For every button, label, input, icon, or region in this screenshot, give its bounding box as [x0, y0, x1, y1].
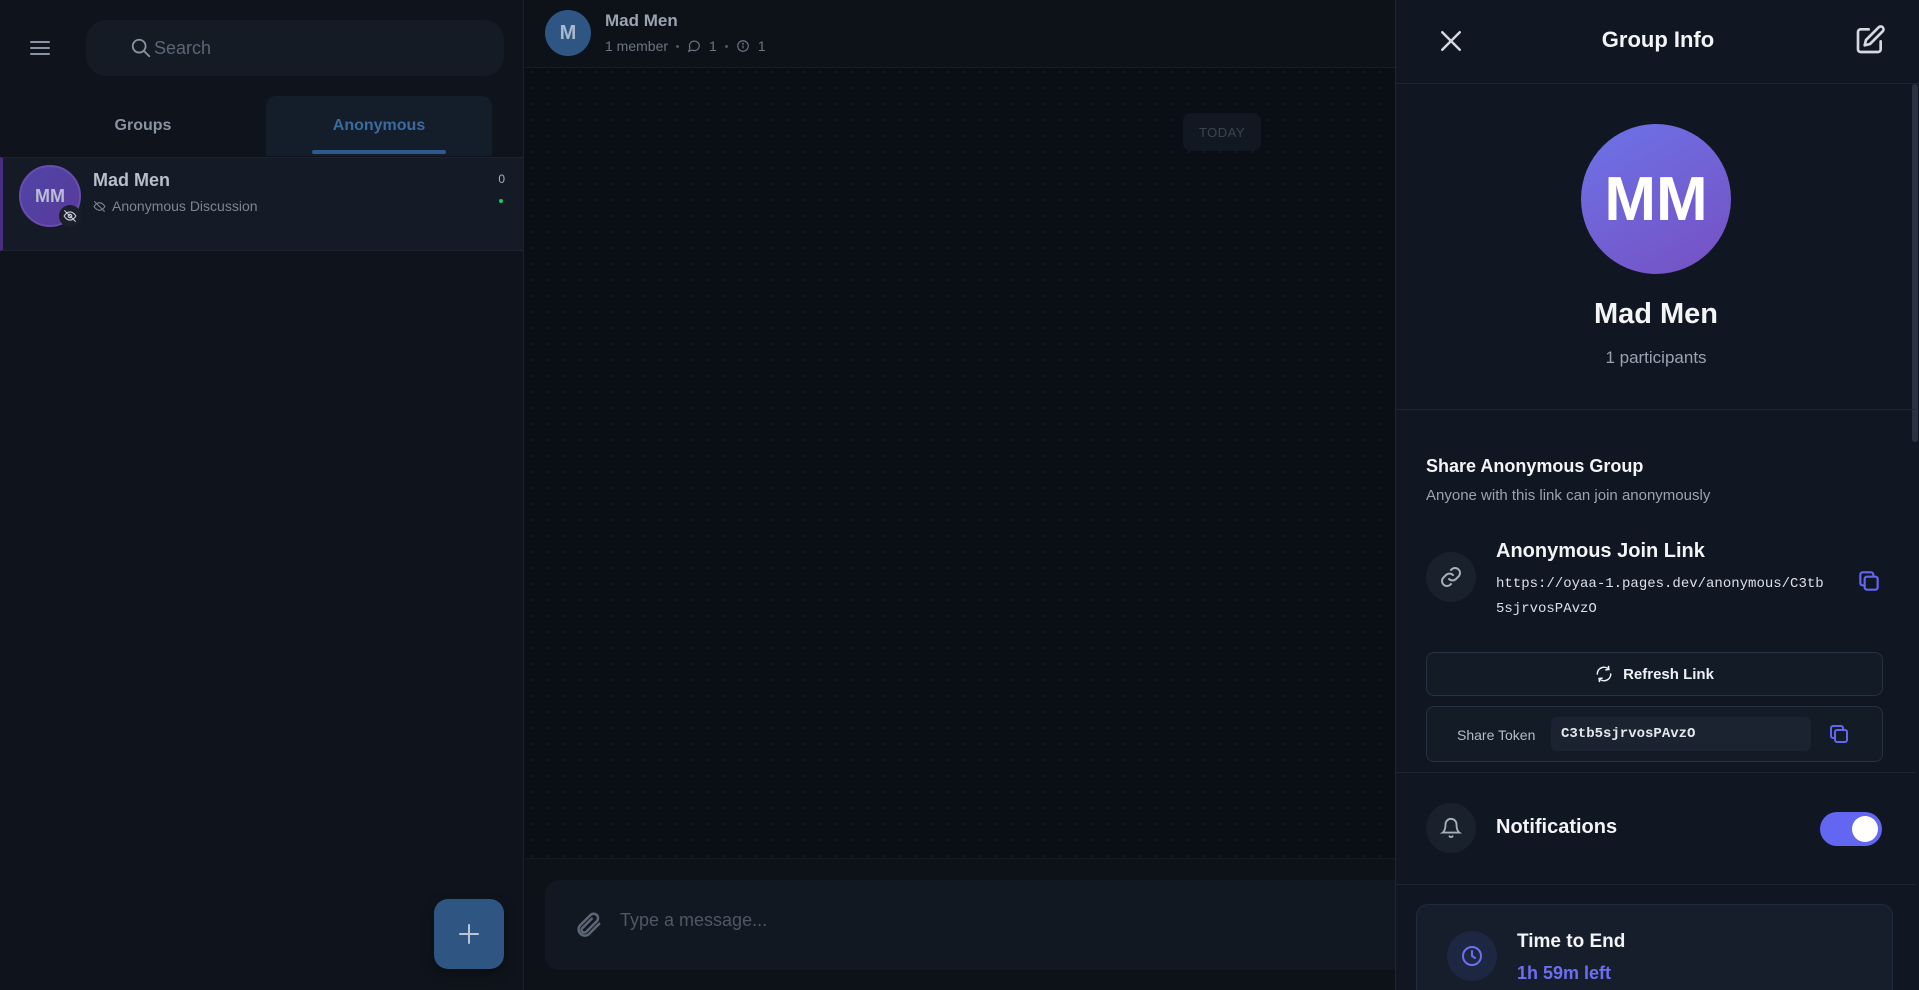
chat-subtitle-text: Anonymous Discussion: [112, 198, 258, 214]
chat-name: Mad Men: [93, 170, 171, 190]
online-indicator: [499, 199, 503, 203]
tab-groups-label: Groups: [114, 117, 172, 134]
edit-icon[interactable]: [1854, 24, 1886, 56]
app-root: Groups Anonymous MM Mad Men Anonymous Di…: [0, 0, 1919, 990]
share-token-label: Share Token: [1457, 727, 1536, 743]
search-box[interactable]: [86, 20, 504, 76]
message-input[interactable]: [620, 910, 1320, 931]
tab-groups[interactable]: Groups: [20, 96, 266, 156]
toggle-knob: [1852, 816, 1878, 842]
chat-header[interactable]: M Mad Men 1 member 1 1: [525, 0, 1395, 68]
avatar: M: [545, 10, 591, 56]
join-link-label: Anonymous Join Link: [1496, 540, 1705, 562]
group-info-panel: Group Info MM Mad Men 1 participants Sha…: [1395, 0, 1919, 990]
comment-icon: [687, 40, 700, 53]
comment-count: 1: [709, 38, 717, 54]
refresh-link-label: Refresh Link: [1623, 665, 1714, 683]
menu-icon[interactable]: [30, 34, 58, 62]
date-divider: TODAY: [1183, 113, 1261, 151]
clock-icon: [1447, 931, 1497, 981]
tab-anonymous-label: Anonymous: [332, 117, 426, 134]
tab-anonymous[interactable]: Anonymous: [266, 96, 492, 156]
divider: [1396, 772, 1916, 773]
time-to-end-label: Time to End: [1517, 931, 1626, 952]
member-count: 1 member: [605, 38, 669, 54]
copy-icon[interactable]: [1827, 722, 1851, 746]
participant-count: 1 participants: [1605, 348, 1707, 367]
message-composer: [545, 880, 1395, 970]
share-description: Anyone with this link can join anonymous…: [1426, 487, 1711, 504]
search-icon: [131, 38, 151, 58]
refresh-link-button[interactable]: Refresh Link: [1426, 652, 1883, 696]
chat-meta: 1 member 1 1: [605, 38, 766, 54]
share-section: Share Anonymous Group Anyone with this l…: [1426, 456, 1886, 504]
chat-subtitle: Anonymous Discussion: [93, 198, 258, 214]
panel-title: Group Info: [1601, 27, 1715, 52]
eye-off-icon: [59, 205, 81, 227]
join-link-url: https://oyaa-1.pages.dev/anonymous/C3tb5…: [1496, 576, 1824, 617]
divider: [1396, 884, 1916, 885]
refresh-icon: [1596, 665, 1612, 683]
active-tab-indicator: [312, 150, 446, 154]
new-chat-button[interactable]: [434, 899, 504, 969]
eye-off-icon: [93, 200, 106, 212]
chat-area: M Mad Men 1 member 1 1 TODAY: [525, 0, 1395, 990]
group-avatar: MM: [1581, 124, 1731, 274]
share-token-box: Share Token C3tb5sjrvosPAvzO: [1426, 706, 1883, 762]
chat-title: Mad Men: [605, 11, 678, 30]
bell-icon: [1426, 803, 1476, 853]
share-token-value[interactable]: C3tb5sjrvosPAvzO: [1551, 717, 1811, 751]
time-to-end-card: Time to End 1h 59m left: [1416, 904, 1893, 990]
copy-icon[interactable]: [1856, 568, 1882, 594]
sidebar: Groups Anonymous MM Mad Men Anonymous Di…: [0, 0, 524, 990]
notifications-row: Notifications: [1426, 803, 1888, 853]
group-name: Mad Men: [1593, 298, 1719, 330]
panel-header: Group Info: [1396, 0, 1919, 84]
plus-icon: [459, 924, 479, 944]
time-to-end-value: 1h 59m left: [1517, 963, 1612, 983]
join-link-row: Anonymous Join Link https://oyaa-1.pages…: [1426, 536, 1888, 620]
chat-list-item[interactable]: MM Mad Men Anonymous Discussion 0: [0, 157, 523, 251]
share-heading: Share Anonymous Group: [1426, 456, 1644, 476]
link-icon: [1426, 552, 1476, 602]
notifications-label: Notifications: [1496, 816, 1618, 838]
paperclip-icon[interactable]: [573, 910, 603, 940]
chat-tabs: Groups Anonymous: [20, 96, 494, 156]
notifications-toggle[interactable]: [1820, 812, 1882, 846]
group-profile: MM Mad Men 1 participants: [1396, 84, 1916, 410]
search-input[interactable]: [154, 37, 454, 59]
info-icon: [736, 40, 749, 52]
unread-count: 0: [498, 172, 505, 186]
info-count: 1: [757, 38, 766, 54]
